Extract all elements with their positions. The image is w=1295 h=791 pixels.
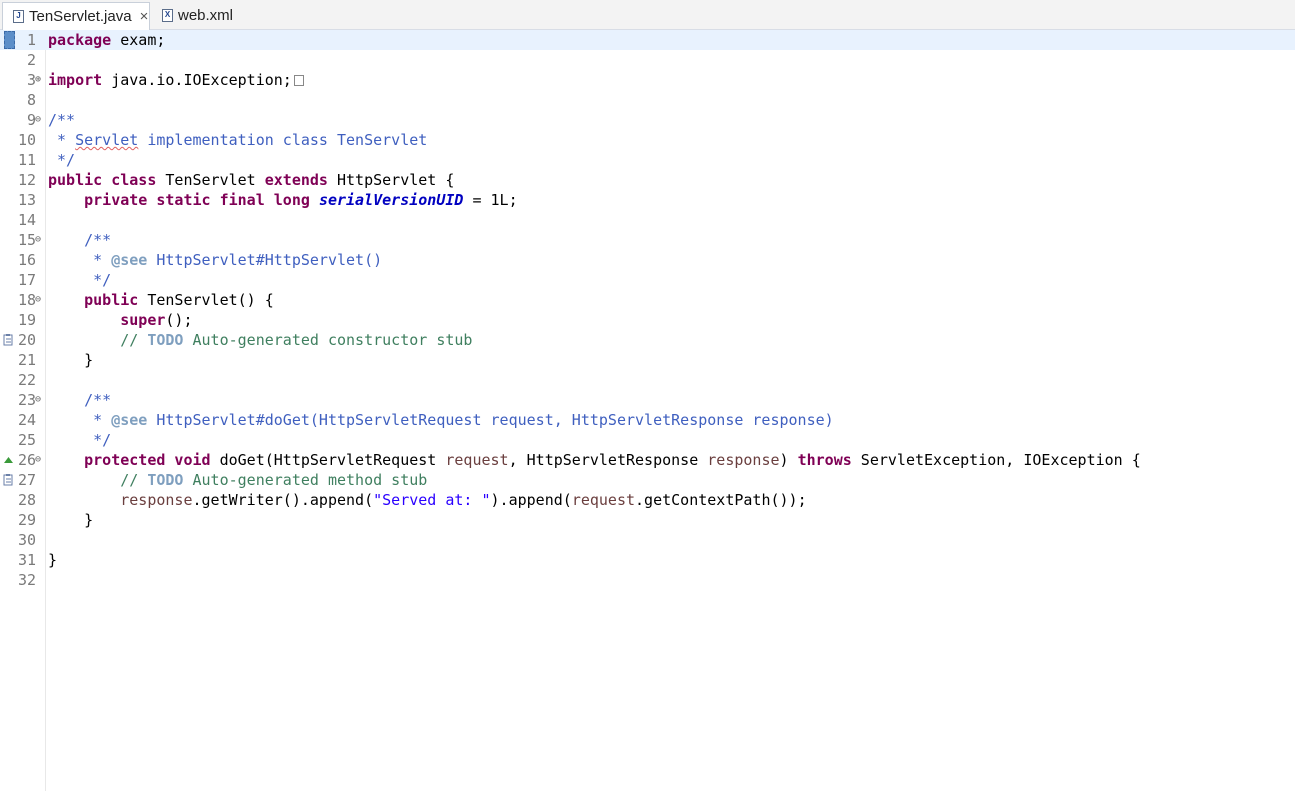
close-tab-icon[interactable]: × (140, 8, 149, 25)
code-text: } (48, 551, 58, 569)
tab-label: web.xml (178, 7, 234, 24)
code-line[interactable]: 18 ⊖ public TenServlet() { (0, 290, 1295, 310)
code-line[interactable]: 26 ⊖ protected void doGet(HttpServletReq… (0, 450, 1295, 470)
code-text: package exam; (48, 31, 166, 49)
code-line[interactable]: 13 private static final long serialVersi… (0, 190, 1295, 210)
code-text: * @see HttpServlet#doGet(HttpServletRequ… (48, 411, 834, 429)
code-text: // TODO Auto-generated constructor stub (48, 331, 473, 349)
line-number: 1 (26, 31, 36, 49)
tab-web-xml[interactable]: X web.xml (152, 2, 248, 29)
code-text: response.getWriter().append("Served at: … (48, 491, 807, 509)
code-text: public TenServlet() { (48, 291, 274, 309)
code-line[interactable]: 29 } (0, 510, 1295, 530)
line-number: 12 (17, 171, 36, 189)
code-line[interactable]: 15 ⊖ /** (0, 230, 1295, 250)
code-text: /** (48, 391, 112, 409)
code-line[interactable]: 22 (0, 370, 1295, 390)
code-line[interactable]: 16 * @see HttpServlet#HttpServlet() (0, 250, 1295, 270)
code-line[interactable]: 11 */ (0, 150, 1295, 170)
line-number: 14 (17, 211, 36, 229)
line-number: 8 (26, 91, 36, 109)
line-number: 2 (26, 51, 36, 69)
line-number: 11 (17, 151, 36, 169)
code-line[interactable]: 20 // TODO Auto-generated constructor st… (0, 330, 1295, 350)
code-text: */ (48, 151, 76, 169)
code-line[interactable]: 9 ⊖ /** (0, 110, 1295, 130)
editor-tab-bar: J TenServlet.java × X web.xml (0, 0, 1295, 30)
code-line[interactable]: 25 */ (0, 430, 1295, 450)
collapse-fold-icon[interactable]: ⊖ (35, 110, 41, 130)
code-line[interactable]: 2 (0, 50, 1295, 70)
code-text: import java.io.IOException; (48, 70, 304, 90)
line-number: 31 (17, 551, 36, 569)
line-number: 30 (17, 531, 36, 549)
line-number: 17 (17, 271, 36, 289)
tab-tenservlet-java[interactable]: J TenServlet.java × (2, 2, 150, 30)
line-number: 27 (17, 471, 36, 489)
code-line[interactable]: 12 public class TenServlet extends HttpS… (0, 170, 1295, 190)
line-number: 22 (17, 371, 36, 389)
java-file-icon: J (13, 10, 24, 23)
code-text: public class TenServlet extends HttpServ… (48, 171, 455, 189)
code-text: protected void doGet(HttpServletRequest … (48, 451, 1141, 469)
code-line[interactable]: 21 } (0, 350, 1295, 370)
code-line[interactable]: 3 ⊕ import java.io.IOException; (0, 70, 1295, 90)
tab-label: TenServlet.java (29, 8, 132, 25)
code-line[interactable]: 10 * Servlet implementation class TenSer… (0, 130, 1295, 150)
line-number: 23 (17, 391, 36, 409)
code-text: /** (48, 111, 76, 129)
line-number: 26 (17, 451, 36, 469)
code-line[interactable]: 31 } (0, 550, 1295, 570)
line-number: 16 (17, 251, 36, 269)
code-text: */ (48, 431, 112, 449)
line-number: 28 (17, 491, 36, 509)
collapse-fold-icon[interactable]: ⊖ (35, 390, 41, 410)
code-line[interactable]: 14 (0, 210, 1295, 230)
code-text: // TODO Auto-generated method stub (48, 471, 428, 489)
collapse-fold-icon[interactable]: ⊖ (35, 290, 41, 310)
code-text: * Servlet implementation class TenServle… (48, 131, 428, 149)
code-text: */ (48, 271, 112, 289)
xml-file-icon: X (162, 9, 173, 22)
line-number: 3 (26, 71, 36, 89)
line-number: 19 (17, 311, 36, 329)
line-number: 18 (17, 291, 36, 309)
code-line[interactable]: 24 * @see HttpServlet#doGet(HttpServletR… (0, 410, 1295, 430)
code-editor[interactable]: 1 package exam; 2 3 ⊕ import java.io.IOE… (0, 30, 1295, 791)
code-text: super(); (48, 311, 193, 329)
code-line[interactable]: 27 // TODO Auto-generated method stub (0, 470, 1295, 490)
folded-region-icon[interactable] (293, 75, 304, 86)
line-number: 25 (17, 431, 36, 449)
code-line[interactable]: 32 (0, 570, 1295, 590)
line-number: 29 (17, 511, 36, 529)
code-line[interactable]: 28 response.getWriter().append("Served a… (0, 490, 1295, 510)
expand-fold-icon[interactable]: ⊕ (35, 70, 41, 90)
code-line[interactable]: 8 (0, 90, 1295, 110)
code-line[interactable]: 1 package exam; (0, 30, 1295, 50)
line-number: 20 (17, 331, 36, 349)
line-number: 15 (17, 231, 36, 249)
line-number: 32 (17, 571, 36, 589)
line-number: 9 (26, 111, 36, 129)
code-text: } (48, 511, 94, 529)
line-number: 21 (17, 351, 36, 369)
code-line[interactable]: 17 */ (0, 270, 1295, 290)
collapse-fold-icon[interactable]: ⊖ (35, 450, 41, 470)
line-number: 13 (17, 191, 36, 209)
code-line[interactable]: 19 super(); (0, 310, 1295, 330)
code-text: /** (48, 231, 112, 249)
line-number: 10 (17, 131, 36, 149)
code-text: * @see HttpServlet#HttpServlet() (48, 251, 383, 269)
code-line[interactable]: 23 ⊖ /** (0, 390, 1295, 410)
code-text: private static final long serialVersionU… (48, 191, 518, 209)
code-line[interactable]: 30 (0, 530, 1295, 550)
line-number: 24 (17, 411, 36, 429)
code-text: } (48, 351, 94, 369)
collapse-fold-icon[interactable]: ⊖ (35, 230, 41, 250)
